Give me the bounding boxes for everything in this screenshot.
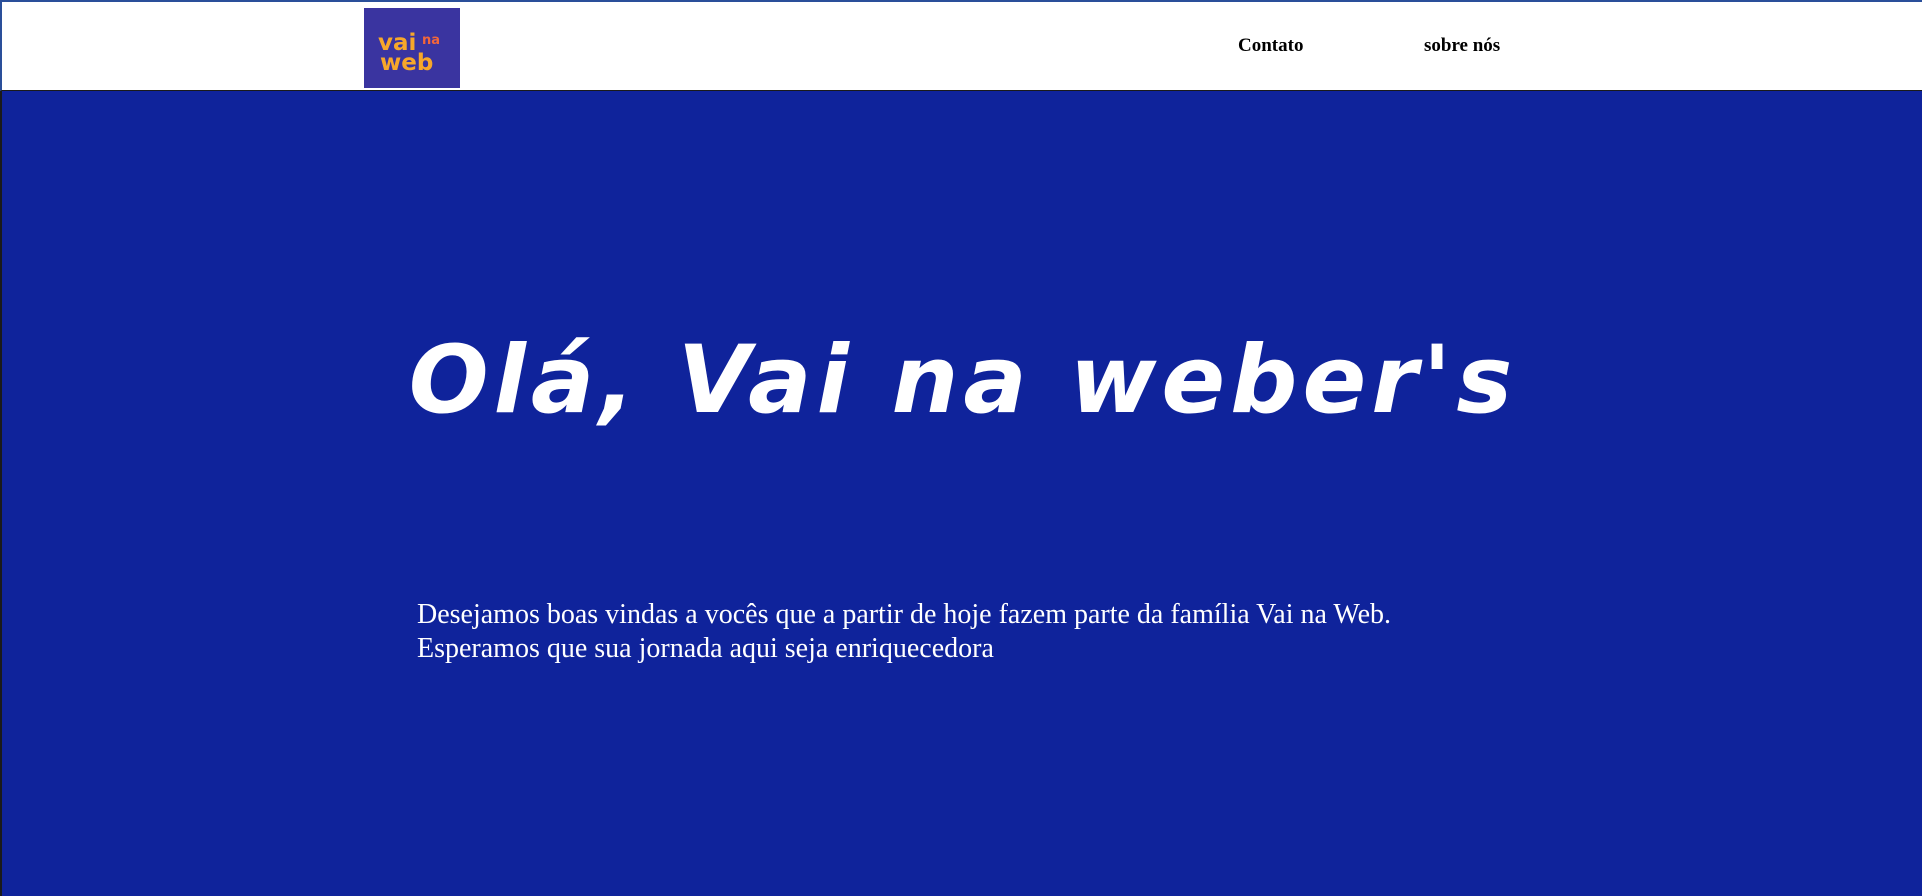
logo-image: vai na web: [364, 8, 460, 88]
vai-na-web-logo[interactable]: vai na web: [364, 8, 460, 88]
welcome-paragraph-line-1: Desejamos boas vindas a vocês que a part…: [417, 599, 1392, 630]
nav-link-contato[interactable]: Contato: [1238, 35, 1303, 57]
hero-title: Olá, Vai na weber's: [408, 326, 1518, 435]
hero-section: Olá, Vai na weber's Desejamos boas vinda…: [0, 91, 1922, 896]
welcome-paragraph: Desejamos boas vindas a vocês que a part…: [417, 598, 1391, 666]
welcome-paragraph-line-2: Esperamos que sua jornada aqui seja enri…: [417, 633, 994, 664]
logo-text-na: na: [422, 33, 440, 48]
nav-link-sobre-nos[interactable]: sobre nós: [1424, 35, 1500, 57]
site-header: vai na web Contato sobre nós: [0, 0, 1922, 91]
logo-text-web: web: [380, 50, 433, 76]
